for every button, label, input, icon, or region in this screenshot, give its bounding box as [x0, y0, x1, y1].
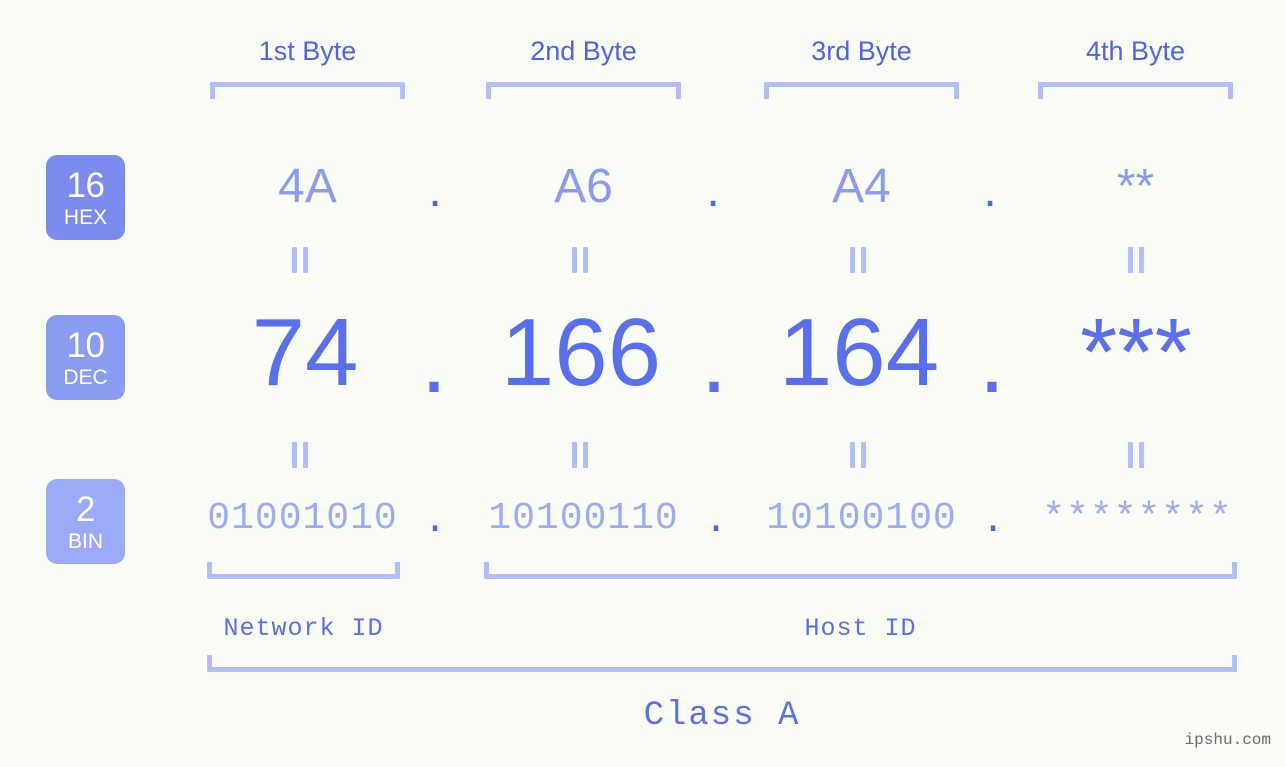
equals-connector-dec-bin-4	[1127, 442, 1145, 468]
dec-byte-2-value: 166	[500, 299, 662, 406]
bin-byte-4-value: ********	[1042, 497, 1233, 540]
byte-bracket-1	[210, 82, 405, 99]
site-watermark: ipshu.com	[1184, 731, 1271, 749]
ip-address-breakdown-diagram: 1st Byte 2nd Byte 3rd Byte 4th Byte 16 H…	[0, 0, 1285, 767]
dec-byte-4-value: ***	[1079, 299, 1193, 406]
byte-header-2: 2nd Byte	[486, 36, 681, 67]
dec-separator-3: .	[978, 306, 1006, 413]
byte-header-4: 4th Byte	[1038, 36, 1233, 67]
hex-separator-2: .	[706, 164, 720, 217]
radix-badge-bin-name: BIN	[67, 529, 103, 553]
hex-byte-1-value: 4A	[278, 160, 337, 213]
bin-separator-3: .	[981, 500, 1005, 543]
bin-byte-1-value: 01001010	[207, 497, 398, 540]
bin-byte-2-value: 10100110	[488, 497, 679, 540]
dec-byte-3-value: 164	[778, 299, 940, 406]
byte-header-4-label: 4th Byte	[1085, 36, 1186, 66]
class-bracket	[207, 655, 1237, 672]
equals-connector-hex-dec-3	[849, 247, 867, 273]
class-label: Class A	[643, 697, 801, 735]
radix-badge-bin-base: 2	[76, 489, 95, 529]
byte-header-2-label: 2nd Byte	[530, 36, 637, 66]
equals-connector-dec-bin-1	[291, 442, 309, 468]
hex-separator-1: .	[428, 164, 442, 217]
equals-connector-hex-dec-1	[291, 247, 309, 273]
radix-badge-hex: 16 HEX	[46, 155, 125, 240]
host-id-bracket	[484, 562, 1237, 579]
hex-byte-3-value: A4	[832, 160, 891, 213]
dec-separator-1: .	[420, 306, 448, 413]
radix-badge-hex-name: HEX	[63, 205, 108, 229]
byte-header-1-label: 1st Byte	[258, 36, 357, 66]
hex-byte-2-value: A6	[554, 160, 613, 213]
equals-connector-hex-dec-2	[571, 247, 589, 273]
equals-connector-hex-dec-4	[1127, 247, 1145, 273]
radix-badge-hex-base: 16	[66, 165, 105, 205]
bin-separator-1: .	[423, 500, 447, 543]
byte-bracket-4	[1038, 82, 1233, 99]
equals-connector-dec-bin-3	[849, 442, 867, 468]
byte-header-3-label: 3rd Byte	[811, 36, 912, 66]
network-id-bracket	[207, 562, 400, 579]
radix-badge-dec: 10 DEC	[46, 315, 125, 400]
host-id-label: Host ID	[804, 614, 917, 643]
dec-byte-1-value: 74	[251, 299, 359, 406]
dec-separator-2: .	[700, 306, 728, 413]
radix-badge-dec-name: DEC	[63, 365, 108, 389]
hex-separator-3: .	[983, 164, 997, 217]
equals-connector-dec-bin-2	[571, 442, 589, 468]
byte-header-3: 3rd Byte	[764, 36, 959, 67]
radix-badge-bin: 2 BIN	[46, 479, 125, 564]
byte-bracket-2	[486, 82, 681, 99]
network-id-label: Network ID	[223, 614, 384, 643]
bin-separator-2: .	[704, 500, 728, 543]
bin-byte-3-value: 10100100	[766, 497, 957, 540]
radix-badge-dec-base: 10	[66, 325, 105, 365]
byte-bracket-3	[764, 82, 959, 99]
hex-byte-4-value: **	[1116, 160, 1155, 213]
byte-header-1: 1st Byte	[210, 36, 405, 67]
